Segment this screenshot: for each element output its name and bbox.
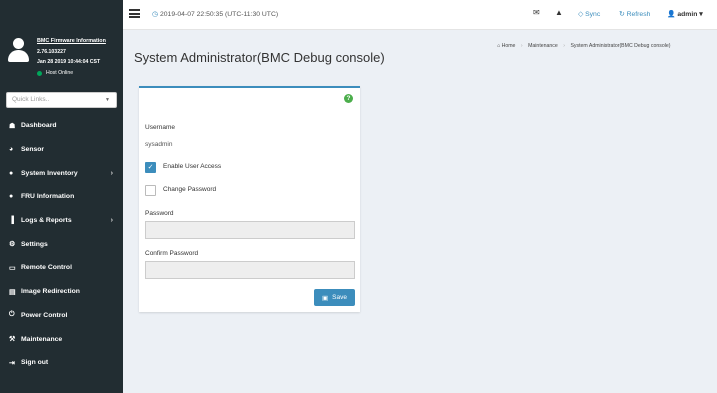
firmware-version: 2.76.103227 bbox=[37, 49, 66, 55]
firmware-date: Jan 28 2019 10:44:04 CST bbox=[37, 59, 101, 65]
sync-icon: ◇ bbox=[578, 11, 584, 18]
sidebar-item-maintenance[interactable]: ⚒ Maintenance bbox=[0, 327, 123, 351]
floppy-disk-icon: ▣ bbox=[322, 294, 329, 302]
sidebar-item-logs-reports[interactable]: ▐ Logs & Reports › bbox=[0, 209, 123, 233]
home-icon: ⌂ bbox=[497, 43, 501, 49]
warning-icon[interactable]: ▲ bbox=[555, 8, 563, 17]
sidebar: BMC Firmware Information 2.76.103227 Jan… bbox=[0, 0, 123, 393]
breadcrumb-maintenance[interactable]: Maintenance bbox=[528, 43, 558, 49]
sidebar-item-settings[interactable]: ⚙ Settings bbox=[0, 232, 123, 256]
monitor-icon: ▭ bbox=[9, 264, 16, 272]
password-field[interactable] bbox=[145, 221, 355, 239]
change-password-checkbox[interactable] bbox=[145, 185, 156, 196]
quick-links-select[interactable]: Quick Links.. ▼ bbox=[6, 92, 117, 108]
chevron-right-icon: › bbox=[110, 217, 113, 225]
breadcrumb: ⌂ Home › Maintenance › System Administra… bbox=[497, 43, 670, 49]
confirm-password-field[interactable] bbox=[145, 261, 355, 279]
sidebar-item-label: Image Redirection bbox=[21, 288, 80, 296]
refresh-icon: ↻ bbox=[619, 11, 625, 18]
sidebar-item-label: Maintenance bbox=[21, 335, 63, 343]
save-button[interactable]: ▣ Save bbox=[314, 289, 355, 306]
enable-user-access-checkbox[interactable]: ✓ bbox=[145, 162, 156, 173]
sidebar-item-label: Sign out bbox=[21, 359, 49, 367]
drive-icon: ▤ bbox=[9, 288, 16, 296]
breadcrumb-separator: › bbox=[563, 43, 565, 49]
sidebar-item-image-redirection[interactable]: ▤ Image Redirection bbox=[0, 280, 123, 304]
sidebar-item-label: Remote Control bbox=[21, 264, 72, 272]
sign-out-icon: ⇥ bbox=[9, 359, 15, 367]
confirm-password-label: Confirm Password bbox=[145, 250, 199, 257]
quick-links-placeholder: Quick Links.. bbox=[12, 96, 50, 103]
breadcrumb-separator: › bbox=[520, 43, 523, 49]
user-icon: 👤 bbox=[667, 11, 676, 18]
status-dot-icon bbox=[37, 70, 42, 76]
sync-button[interactable]: ◇ Sync bbox=[578, 10, 600, 18]
sidebar-item-dashboard[interactable]: ☗ Dashboard bbox=[0, 114, 123, 138]
gear-icon: ⚙ bbox=[9, 241, 16, 249]
refresh-label: Refresh bbox=[626, 11, 651, 18]
user-form-panel: ? Username sysadmin ✓ Enable User Access… bbox=[139, 86, 360, 312]
firmware-panel: BMC Firmware Information 2.76.103227 Jan… bbox=[0, 0, 123, 88]
breadcrumb-home[interactable]: Home bbox=[502, 43, 516, 49]
enable-user-access-label: Enable User Access bbox=[163, 163, 222, 170]
refresh-button[interactable]: ↻ Refresh bbox=[619, 10, 650, 18]
top-navbar: ◷ 2019-04-07 22:50:35 (UTC-11:30 UTC) ✉ … bbox=[123, 0, 717, 30]
page-title: System Administrator(BMC Debug console) bbox=[134, 50, 385, 65]
password-label: Password bbox=[145, 210, 174, 217]
change-password-label: Change Password bbox=[163, 186, 217, 193]
sidebar-item-remote-control[interactable]: ▭ Remote Control bbox=[0, 256, 123, 280]
datetime-display: ◷ 2019-04-07 22:50:35 (UTC-11:30 UTC) bbox=[152, 10, 278, 18]
sidebar-item-label: Sensor bbox=[21, 146, 45, 154]
host-status-label: Host Online bbox=[46, 70, 74, 76]
sidebar-item-sensor[interactable]: ◕ Sensor bbox=[0, 138, 123, 162]
info-icon: ● bbox=[9, 169, 14, 177]
datetime-label: 2019-04-07 22:50:35 (UTC-11:30 UTC) bbox=[160, 11, 279, 18]
help-icon[interactable]: ? bbox=[344, 94, 353, 103]
sidebar-item-label: Logs & Reports bbox=[21, 217, 72, 225]
chevron-right-icon: › bbox=[110, 169, 113, 177]
clock-icon: ◷ bbox=[152, 11, 159, 18]
user-menu[interactable]: 👤 admin ▾ bbox=[667, 10, 703, 18]
power-icon: ⏻ bbox=[9, 311, 15, 319]
user-menu-label: admin bbox=[677, 11, 698, 18]
sidebar-item-system-inventory[interactable]: ● System Inventory › bbox=[0, 161, 123, 185]
sidebar-item-label: System Inventory bbox=[21, 169, 78, 177]
host-status: Host Online bbox=[37, 70, 73, 76]
save-label: Save bbox=[332, 294, 347, 301]
firmware-info-link[interactable]: BMC Firmware Information bbox=[37, 38, 106, 44]
sync-label: Sync bbox=[585, 11, 601, 18]
chevron-down-icon: ▼ bbox=[105, 97, 110, 103]
sidebar-item-label: Power Control bbox=[21, 311, 68, 319]
username-value: sysadmin bbox=[145, 141, 173, 148]
sidebar-item-label: Settings bbox=[21, 240, 48, 248]
sidebar-item-label: Dashboard bbox=[21, 122, 57, 130]
sidebar-nav: ☗ Dashboard ◕ Sensor ● System Inventory … bbox=[0, 114, 123, 375]
bar-chart-icon: ▐ bbox=[9, 217, 14, 225]
sidebar-item-fru-information[interactable]: ● FRU Information bbox=[0, 185, 123, 209]
breadcrumb-current: System Administrator(BMC Debug console) bbox=[570, 43, 671, 49]
envelope-icon[interactable]: ✉ bbox=[533, 8, 540, 17]
sidebar-item-label: FRU Information bbox=[21, 193, 75, 201]
info-icon: ● bbox=[9, 193, 14, 201]
sidebar-item-power-control[interactable]: ⏻ Power Control bbox=[0, 304, 123, 328]
user-avatar-icon bbox=[7, 38, 29, 62]
dashboard-icon: ☗ bbox=[9, 122, 16, 130]
caret-down-icon: ▾ bbox=[699, 11, 703, 18]
wrench-icon: ⚒ bbox=[9, 336, 16, 344]
username-label: Username bbox=[145, 124, 175, 131]
sensor-icon: ◕ bbox=[9, 146, 14, 154]
sidebar-item-sign-out[interactable]: ⇥ Sign out bbox=[0, 351, 123, 375]
menu-toggle-icon[interactable] bbox=[129, 9, 140, 18]
